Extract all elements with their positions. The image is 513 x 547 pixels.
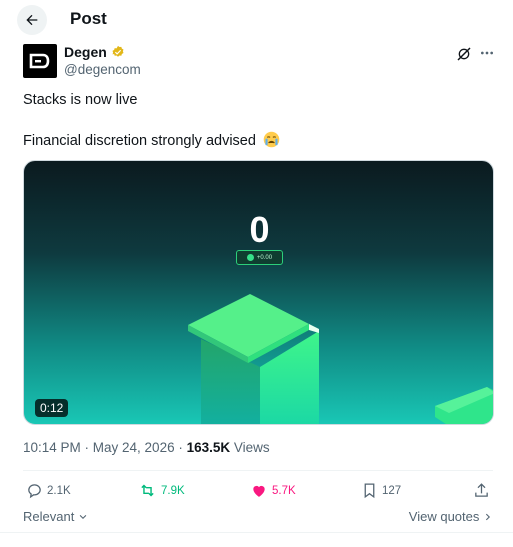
chevron-right-icon (485, 513, 491, 521)
bookmark-icon (364, 483, 375, 499)
tearful-face-emoji-icon (263, 131, 280, 148)
back-button[interactable] (17, 5, 47, 35)
coin-icon (246, 254, 254, 261)
post-text-line-2-text: Financial discretion strongly advised (23, 133, 256, 149)
divider (23, 470, 493, 471)
post-meta: 10:14 PM · May 24, 2026 · 163.5K Views (23, 440, 270, 455)
header: Post (0, 0, 513, 40)
bookmark-count: 127 (382, 484, 402, 497)
heart-icon (253, 485, 265, 497)
sort-replies-dropdown[interactable]: Relevant (23, 509, 88, 524)
views-label: Views (230, 440, 270, 455)
chevron-down-icon (79, 514, 87, 520)
author-handle[interactable]: @degencom (64, 62, 141, 77)
author-name[interactable]: Degen (64, 44, 125, 60)
author-name-text: Degen (64, 44, 107, 60)
reply-count: 2.1K (47, 484, 71, 497)
timestamp[interactable]: 10:14 PM · May 24, 2026 · (23, 440, 187, 455)
game-scene (188, 294, 493, 424)
repost-button[interactable]: 7.9K (138, 482, 185, 499)
video-duration: 0:12 (35, 399, 69, 417)
degen-logo-icon (29, 53, 50, 69)
repost-icon (141, 484, 154, 497)
like-button[interactable]: 5.7K (250, 482, 296, 499)
score-pill: +0.00 (236, 250, 283, 265)
share-icon (475, 483, 488, 497)
sort-label: Relevant (23, 509, 75, 524)
share-button[interactable] (473, 482, 490, 499)
like-count: 5.7K (272, 484, 296, 497)
reply-icon (28, 484, 41, 499)
avatar[interactable] (23, 44, 57, 78)
verified-badge-icon (112, 45, 124, 57)
game-score: 0 (249, 209, 270, 250)
grok-icon[interactable] (456, 46, 472, 62)
view-quotes-label: View quotes (408, 509, 480, 524)
views-count: 163.5K (186, 440, 231, 455)
video-player[interactable]: 0 +0.00 0:12 (23, 160, 494, 425)
page-title: Post (70, 9, 107, 28)
bookmark-button[interactable]: 127 (361, 482, 401, 499)
view-quotes-link[interactable]: View quotes (409, 509, 493, 524)
more-options-icon[interactable] (479, 45, 495, 61)
reply-button[interactable]: 2.1K (26, 482, 71, 499)
action-bar: 2.1K 7.9K 5.7K 127 (23, 482, 493, 502)
divider (0, 532, 513, 533)
repost-count: 7.9K (161, 484, 185, 497)
post-text-line-1: Stacks is now live (23, 92, 138, 108)
pill-text: +0.00 (256, 254, 273, 261)
arrow-left-icon (26, 14, 38, 26)
post-text-line-2: Financial discretion strongly advised (23, 131, 280, 149)
